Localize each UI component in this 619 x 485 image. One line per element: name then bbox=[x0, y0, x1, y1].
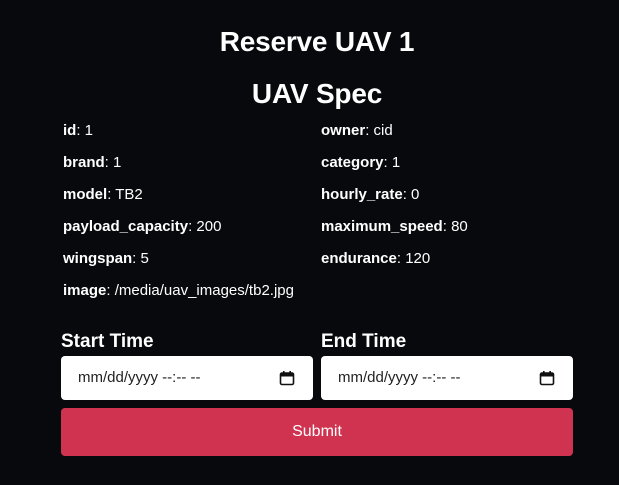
spec-maximum-speed: maximum_speed: 80 bbox=[321, 214, 468, 240]
spec-value: : 80 bbox=[442, 218, 468, 235]
spec-image: image: /media/uav_images/tb2.jpg bbox=[63, 278, 294, 304]
spec-brand: brand: 1 bbox=[63, 150, 121, 176]
spec-key: brand bbox=[63, 154, 105, 171]
start-time-placeholder: mm/dd/yyyy --:-- -- bbox=[78, 369, 201, 386]
calendar-icon[interactable] bbox=[539, 370, 555, 386]
spec-value: : 200 bbox=[188, 218, 222, 235]
spec-key: model bbox=[63, 186, 108, 203]
spec-value: : 0 bbox=[402, 186, 420, 203]
spec-owner: owner: cid bbox=[321, 118, 393, 144]
spec-key: image bbox=[63, 282, 107, 299]
spec-key: owner bbox=[321, 122, 366, 139]
calendar-icon[interactable] bbox=[279, 370, 295, 386]
spec-category: category: 1 bbox=[321, 150, 400, 176]
spec-value: : TB2 bbox=[107, 186, 143, 203]
spec-wingspan: wingspan: 5 bbox=[63, 246, 149, 272]
spec-value: : 1 bbox=[383, 154, 401, 171]
spec-key: endurance bbox=[321, 250, 397, 267]
spec-value: : /media/uav_images/tb2.jpg bbox=[106, 282, 294, 299]
spec-key: category bbox=[321, 154, 384, 171]
spec-key: maximum_speed bbox=[321, 218, 443, 235]
spec-hourly-rate: hourly_rate: 0 bbox=[321, 182, 419, 208]
spec-value: : cid bbox=[365, 122, 393, 139]
spec-key: hourly_rate bbox=[321, 186, 403, 203]
spec-value: : 120 bbox=[396, 250, 431, 267]
spec-payload-capacity: payload_capacity: 200 bbox=[63, 214, 221, 240]
spec-model: model: TB2 bbox=[63, 182, 143, 208]
spec-value: : 1 bbox=[104, 154, 122, 171]
start-time-label: Start Time bbox=[61, 331, 154, 352]
spec-heading: UAV Spec bbox=[251, 78, 383, 109]
spec-key: id bbox=[63, 122, 77, 139]
submit-button[interactable]: Submit bbox=[61, 408, 573, 456]
end-time-input[interactable]: mm/dd/yyyy --:-- -- bbox=[321, 356, 573, 400]
end-time-label: End Time bbox=[321, 331, 407, 352]
spec-key: wingspan bbox=[63, 250, 133, 267]
spec-endurance: endurance: 120 bbox=[321, 246, 430, 272]
spec-value: : 1 bbox=[76, 122, 94, 139]
start-time-input[interactable]: mm/dd/yyyy --:-- -- bbox=[61, 356, 313, 400]
end-time-placeholder: mm/dd/yyyy --:-- -- bbox=[338, 369, 461, 386]
page-title: Reserve UAV 1 bbox=[219, 26, 415, 57]
spec-key: payload_capacity bbox=[63, 218, 189, 235]
spec-value: : 5 bbox=[132, 250, 149, 267]
spec-id: id: 1 bbox=[63, 118, 93, 144]
